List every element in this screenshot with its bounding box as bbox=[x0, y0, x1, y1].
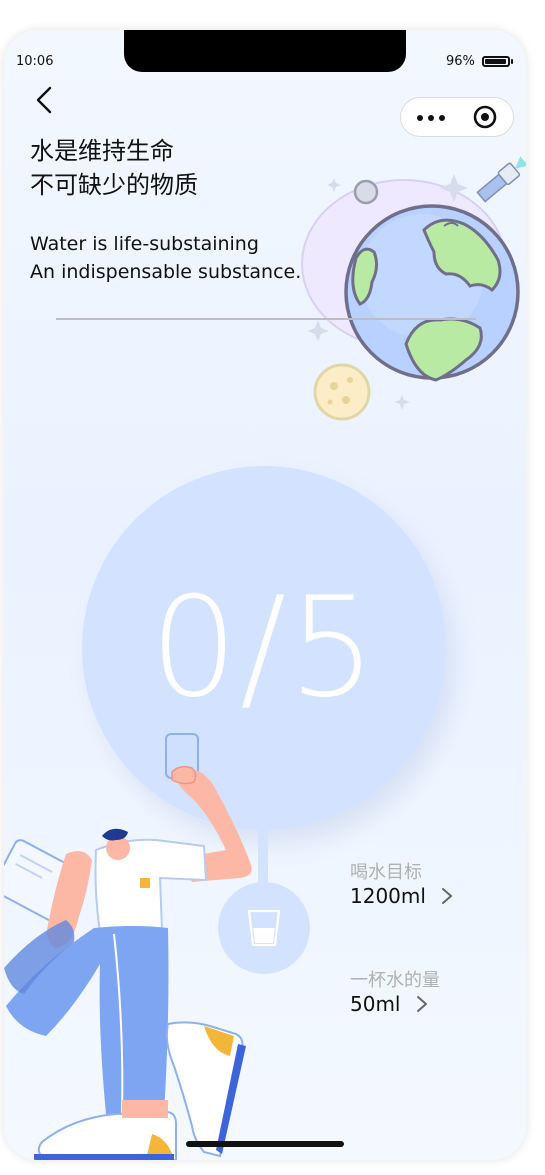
home-indicator[interactable] bbox=[186, 1141, 344, 1147]
notch bbox=[124, 30, 406, 72]
battery-percentage: 96% bbox=[446, 54, 475, 69]
headline-english: Water is life-substaining An indispensab… bbox=[30, 230, 301, 286]
person-holding-cup-illustration bbox=[4, 733, 252, 1160]
headline-en-line2: An indispensable substance. bbox=[30, 261, 302, 283]
headline-en-line1: Water is life-substaining bbox=[30, 233, 259, 255]
chevron-right-icon bbox=[441, 888, 452, 904]
headline-cn-line2: 不可缺少的物质 bbox=[30, 171, 198, 199]
cup-size-value: 50ml bbox=[350, 992, 401, 1016]
chevron-right-icon bbox=[416, 996, 427, 1012]
goal-value: 1200ml bbox=[350, 884, 426, 908]
close-button[interactable] bbox=[473, 105, 497, 129]
divider-line bbox=[56, 318, 476, 320]
headline-chinese: 水是维持生命 不可缺少的物质 bbox=[30, 134, 198, 202]
phone-frame: 10:06 96% 水是维持生命 不可缺少的物质 Water is life-s… bbox=[4, 30, 526, 1160]
target-circle-icon bbox=[473, 105, 497, 129]
back-chevron-icon bbox=[36, 86, 52, 114]
headline-cn-line1: 水是维持生命 bbox=[30, 137, 174, 165]
earth-illustration bbox=[301, 156, 526, 421]
cup-size-setting[interactable]: 50ml bbox=[350, 992, 429, 1016]
mini-program-capsule bbox=[400, 97, 514, 137]
battery-cap bbox=[511, 59, 513, 64]
more-button[interactable] bbox=[415, 98, 455, 136]
progress-count: 0/5 bbox=[149, 567, 379, 728]
battery-icon bbox=[482, 56, 510, 67]
goal-setting[interactable]: 1200ml bbox=[350, 884, 454, 908]
more-dots-icon bbox=[417, 115, 423, 121]
cup-size-label: 一杯水的量 bbox=[350, 970, 440, 991]
goal-label: 喝水目标 bbox=[350, 862, 422, 883]
back-button[interactable] bbox=[30, 82, 58, 118]
status-time: 10:06 bbox=[16, 54, 54, 69]
